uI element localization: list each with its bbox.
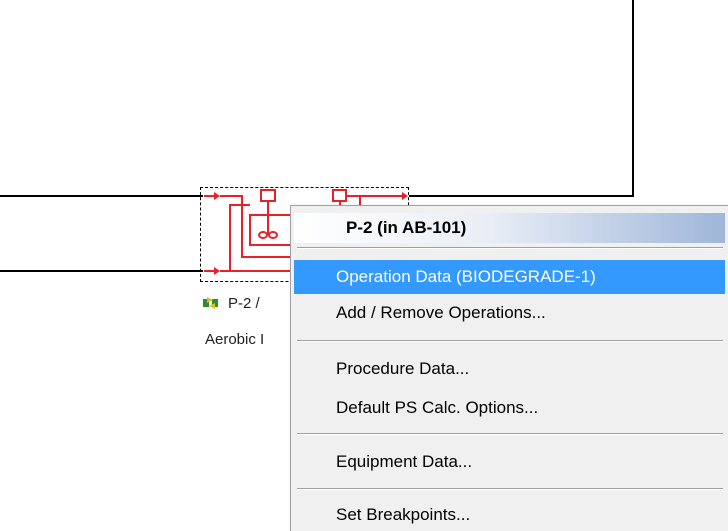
unit-procedure-name: P-2 / (228, 294, 260, 312)
unit-operation-icon (203, 297, 218, 309)
menu-item-default-ps-calc-options[interactable]: Default PS Calc. Options... (294, 391, 725, 425)
menu-separator (297, 488, 723, 490)
flowsheet-canvas[interactable]: P-2 / Aerobic I P-2 (in AB-101) Operatio… (0, 0, 728, 531)
stream-line-top-horizontal[interactable] (409, 195, 634, 197)
menu-separator (297, 247, 723, 249)
context-menu: P-2 (in AB-101) Operation Data (BIODEGRA… (290, 205, 728, 531)
stream-line-left-lower[interactable] (0, 270, 203, 272)
unit-procedure-label[interactable]: P-2 / (202, 293, 260, 313)
menu-item-add-remove-operations[interactable]: Add / Remove Operations... (294, 296, 725, 330)
menu-item-set-breakpoints[interactable]: Set Breakpoints... (294, 498, 725, 531)
context-menu-header: P-2 (in AB-101) (294, 213, 725, 243)
menu-separator (297, 433, 723, 435)
stream-line-right-vertical[interactable] (632, 0, 634, 196)
stream-line-left-upper[interactable] (0, 195, 203, 197)
menu-item-operation-data[interactable]: Operation Data (BIODEGRADE-1) (294, 260, 725, 294)
menu-item-equipment-data[interactable]: Equipment Data... (294, 445, 725, 479)
menu-item-procedure-data[interactable]: Procedure Data... (294, 352, 725, 386)
unit-procedure-description: Aerobic I (205, 331, 265, 348)
menu-separator (297, 340, 723, 342)
